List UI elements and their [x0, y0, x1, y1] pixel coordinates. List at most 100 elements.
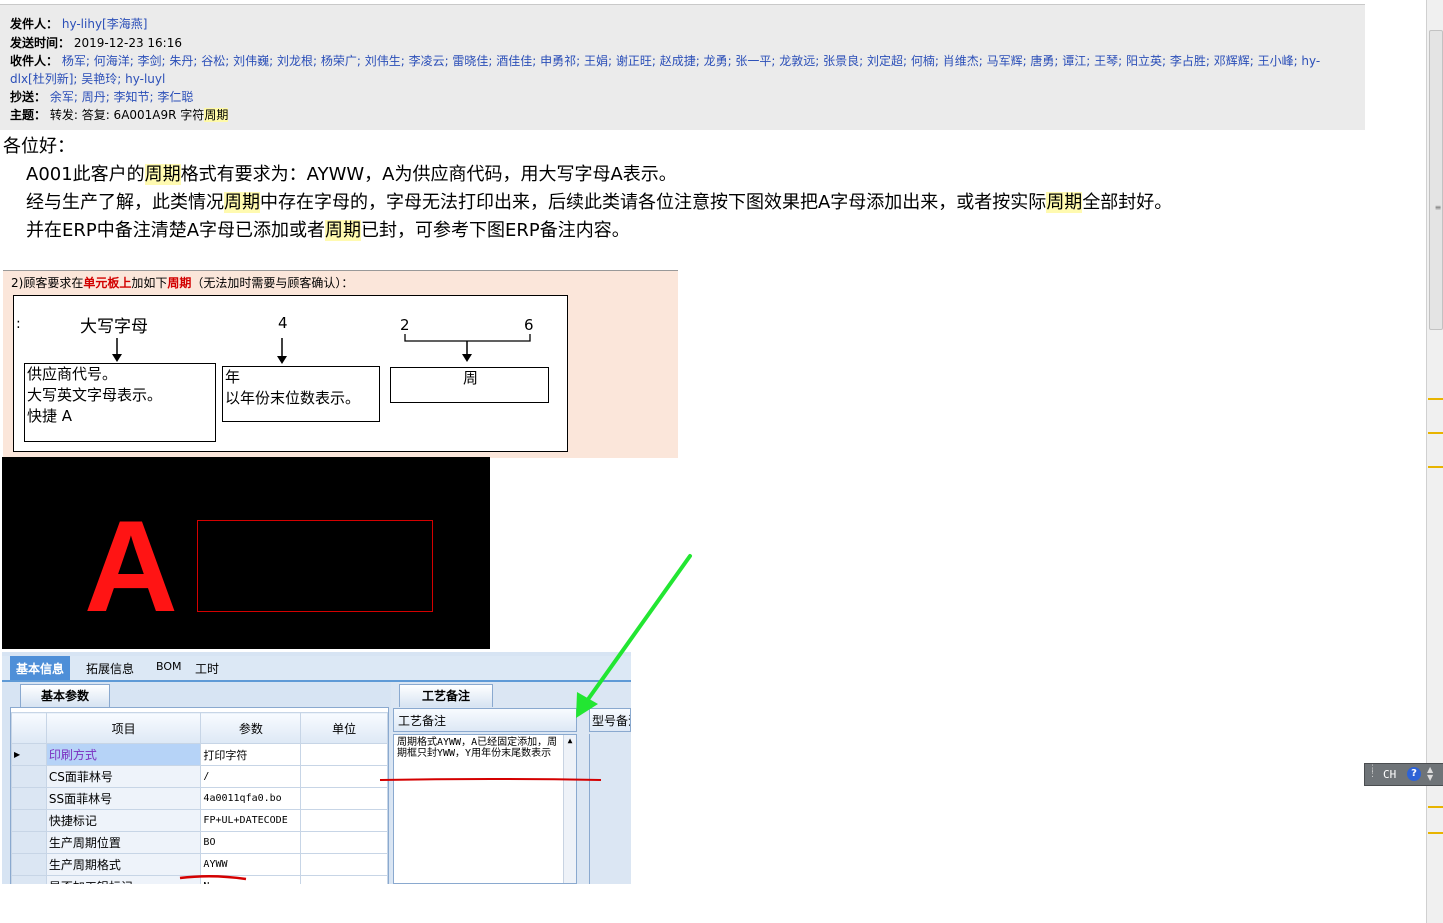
time-label: 发送时间：	[10, 36, 71, 50]
box1-line3: 快捷 A	[27, 407, 73, 425]
tab-bom[interactable]: BOM	[156, 660, 182, 673]
week-box: 周	[390, 367, 549, 403]
box3-line1: 周	[462, 369, 478, 387]
search-hit-marker[interactable]	[1428, 466, 1443, 468]
row-unit[interactable]	[300, 809, 388, 832]
model-note-cell[interactable]	[589, 734, 631, 884]
tab-extended-info[interactable]: 拓展信息	[86, 660, 134, 677]
grid-header-row: 项目 参数 单位	[11, 712, 388, 744]
search-hit-marker[interactable]	[1428, 398, 1443, 400]
process-note-text[interactable]: 周期格式AYWW，A已经固定添加，周期框只封YWW，Y用年份末尾数表示 ▲	[393, 734, 577, 884]
row-item[interactable]: 是否加工铝标记	[45, 875, 202, 884]
box1-line2: 大写英文字母表示。	[27, 386, 163, 404]
from-value[interactable]: hy-lihy[李海燕]	[62, 17, 148, 31]
row-unit[interactable]	[300, 787, 388, 810]
ime-language[interactable]: CH	[1383, 768, 1396, 781]
row-item[interactable]: SS面菲林号	[45, 787, 202, 810]
row-indicator	[11, 809, 47, 832]
subject-highlight: 周期	[204, 108, 229, 122]
chevron-menu-icon[interactable]: ▲ ▼	[1427, 766, 1433, 782]
paragraph-3: 并在ERP中备注清楚A字母已添加或者周期已封，可参考下图ERP备注内容。	[26, 216, 630, 242]
row-indicator	[11, 787, 47, 810]
p2-text-c: 全部封好。	[1082, 192, 1173, 213]
spec-caption-red-2: 周期	[167, 276, 192, 290]
col-param[interactable]: 参数	[200, 712, 302, 744]
p2-text-a: 经与生产了解，此类情况	[26, 192, 224, 213]
row-indicator: ▶	[11, 743, 47, 766]
help-icon[interactable]: ?	[1407, 767, 1421, 781]
row-unit[interactable]	[300, 831, 388, 854]
search-hit-marker[interactable]	[1428, 432, 1443, 434]
row-unit[interactable]	[300, 765, 388, 788]
from-row: 发件人： hy-lihy[李海燕]	[10, 15, 147, 32]
spec-caption-a: 2)顾客要求在	[11, 276, 84, 290]
grip-icon: ≡	[1434, 203, 1442, 212]
col-item[interactable]: 项目	[45, 712, 202, 744]
table-row[interactable]: SS面菲林号 4a0011qfa0.bo	[11, 787, 388, 810]
spec-caption-c: （无法加时需要与顾客确认）：	[191, 276, 354, 290]
row-unit[interactable]	[300, 743, 388, 766]
table-row[interactable]: CS面菲林号 /	[11, 765, 388, 788]
params-grid: 项目 参数 单位 ▶ 印刷方式 打印字符 CS面菲林号 / SS面菲林号 4a0…	[11, 712, 388, 884]
erp-tabbar: 基本信息 拓展信息 BOM 工时	[2, 656, 631, 682]
spec-caption: 2)顾客要求在单元板上加如下周期（无法加时需要与顾客确认）：	[11, 274, 353, 291]
row-item[interactable]: 生产周期格式	[45, 853, 202, 876]
subject-label: 主题：	[10, 108, 47, 122]
row-unit[interactable]	[300, 853, 388, 876]
email-header: 发件人： hy-lihy[李海燕] 发送时间： 2019-12-23 16:16…	[0, 4, 1365, 130]
p2-highlight-2: 周期	[1046, 192, 1083, 213]
col-unit[interactable]: 单位	[300, 712, 388, 744]
time-row: 发送时间： 2019-12-23 16:16	[10, 34, 182, 51]
row-indicator	[11, 831, 47, 854]
row-value[interactable]: N	[200, 875, 302, 884]
paragraph-1: A001此客户的周期格式有要求为：AYWW，A为供应商代码，用大写字母A表示。	[26, 160, 677, 186]
row-value[interactable]: AYWW	[200, 853, 302, 876]
date-frame-outline	[197, 520, 433, 612]
box2-line2: 以年份末位数表示。	[225, 389, 361, 407]
note-scrollbar[interactable]: ▲	[563, 735, 576, 883]
supplier-code-box: 供应商代号。 大写英文字母表示。 快捷 A	[24, 363, 216, 442]
table-row[interactable]: 生产周期位置 BO	[11, 831, 388, 854]
search-hit-marker[interactable]	[1428, 832, 1443, 834]
to-value-cont[interactable]: dlx[杜列新]; 吴艳玲; hy-luyl	[10, 72, 165, 86]
from-label: 发件人：	[10, 17, 59, 31]
row-unit[interactable]	[300, 875, 388, 884]
row-value[interactable]: 打印字符	[200, 743, 302, 766]
cc-value[interactable]: 余军; 周丹; 李知节; 李仁聪	[50, 90, 194, 104]
p3-text-a: 并在ERP中备注清楚A字母已添加或者	[26, 220, 326, 241]
subject-row: 主题： 转发: 答复: 6A001A9R 字符周期	[10, 106, 229, 123]
row-item[interactable]: CS面菲林号	[45, 765, 202, 788]
row-item[interactable]: 生产周期位置	[45, 831, 202, 854]
year-box: 年 以年份末位数表示。	[222, 366, 380, 422]
table-row[interactable]: 快捷标记 FP+UL+DATECODE	[11, 809, 388, 832]
tab-hours[interactable]: 工时	[195, 660, 219, 677]
cc-label: 抄送：	[10, 90, 47, 104]
paragraph-2: 经与生产了解，此类情况 周期中存在字母的，字母无法打印出来，后续此类请各位注意按下…	[26, 188, 1172, 214]
search-hit-marker[interactable]	[1428, 806, 1443, 808]
row-value[interactable]: 4a0011qfa0.bo	[200, 787, 302, 810]
grid-corner	[11, 712, 47, 744]
tab-basic-info[interactable]: 基本信息	[10, 656, 71, 680]
spec-diagram: : 大写字母 4 2 6 供应商代号。 大写英文字母表示。 快捷 A 年 以年份…	[13, 295, 568, 452]
row-item[interactable]: 快捷标记	[45, 809, 202, 832]
row-value[interactable]: BO	[200, 831, 302, 854]
ime-language-bar[interactable]: ⋮ ⋮ CH ? ▲ ▼	[1364, 763, 1443, 786]
row-value[interactable]: FP+UL+DATECODE	[200, 809, 302, 832]
table-row[interactable]: 是否加工铝标记 N	[11, 875, 388, 884]
table-row[interactable]: ▶ 印刷方式 打印字符	[11, 743, 388, 766]
spec-caption-b: 加如下	[131, 276, 168, 290]
subtab-basic-params[interactable]: 基本参数	[20, 684, 110, 707]
p3-highlight: 周期	[325, 220, 362, 241]
table-row[interactable]: 生产周期格式 AYWW	[11, 853, 388, 876]
row-item[interactable]: 印刷方式	[45, 743, 202, 766]
col-model-note[interactable]: 型号备注	[589, 708, 631, 732]
row-value[interactable]: /	[200, 765, 302, 788]
drag-handle-icon[interactable]: ⋮ ⋮	[1368, 765, 1377, 782]
tab-process-note[interactable]: 工艺备注	[399, 684, 493, 707]
p2-text-b: 中存在字母的，字母无法打印出来，后续此类请各位注意按下图效果把A字母添加出来，或…	[260, 192, 1047, 213]
to-value[interactable]: 杨军; 何海洋; 李剑; 朱丹; 谷松; 刘伟巍; 刘龙根; 杨荣广; 刘伟生;…	[62, 54, 1320, 68]
to-row-cont: dlx[杜列新]; 吴艳玲; hy-luyl	[10, 70, 165, 87]
scrollbar-thumb[interactable]: ≡	[1429, 30, 1443, 330]
process-note-pane: 工艺备注 工艺备注 型号备注 周期格式AYWW，A已经固定添加，周期框只封YWW…	[391, 682, 631, 884]
col-process-note[interactable]: 工艺备注	[393, 708, 577, 732]
